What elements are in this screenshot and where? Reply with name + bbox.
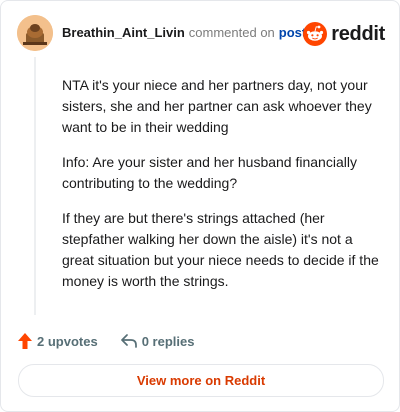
comment-paragraph: Info: Are your sister and her husband fi…	[62, 154, 357, 191]
upvote-count: 2 upvotes	[37, 333, 98, 349]
upvote-arrow-icon	[18, 333, 32, 349]
upvote-button[interactable]: 2 upvotes	[17, 332, 98, 350]
username[interactable]: Breathin_Aint_Livin	[62, 25, 185, 40]
post-link[interactable]: post	[279, 25, 306, 40]
comment-paragraph: If they are but there's strings attached…	[62, 210, 379, 289]
reddit-logo-icon	[303, 22, 328, 46]
avatar-image	[17, 15, 53, 51]
user-avatar[interactable]	[17, 15, 53, 51]
comment-body: NTA it's your niece and her partners day…	[62, 75, 382, 306]
comment-header: Breathin_Aint_Livin commented on post redd…	[17, 15, 385, 51]
reddit-brand[interactable]: reddit	[303, 22, 385, 46]
reddit-wordmark: reddit	[331, 22, 385, 45]
comment-paragraph: NTA it's your niece and her partners day…	[62, 77, 372, 135]
reply-arrow-icon	[120, 334, 137, 348]
reply-button[interactable]: 0 replies	[120, 333, 195, 349]
view-more-button[interactable]: View more on Reddit	[18, 364, 384, 397]
commented-on-label: commented on	[188, 25, 275, 40]
reply-count: 0 replies	[141, 333, 195, 349]
comment-actions: 2 upvotes 0 replies	[17, 331, 194, 351]
comment-meta: Breathin_Aint_Livin commented on post	[62, 25, 306, 41]
comment-card: Breathin_Aint_Livin commented on post redd…	[0, 0, 400, 412]
thread-line	[34, 57, 36, 315]
